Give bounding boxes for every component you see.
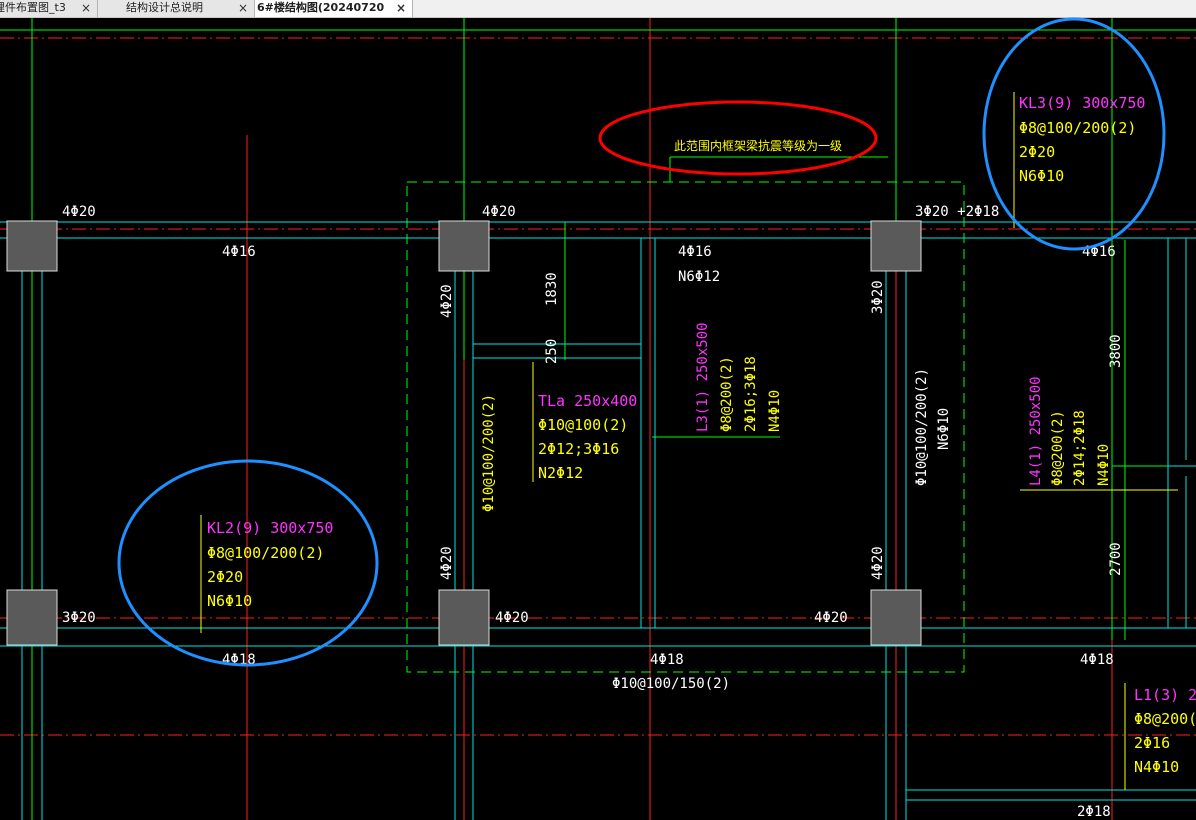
document-tab-bar: 埋件布置图_t3 × 结构设计总说明 × 6#楼结构图(20240720 ×	[0, 0, 1196, 18]
beam-annotation-tla: TLa 250x400 Φ10@100(2) 2Φ12;3Φ16 N2Φ12	[538, 392, 637, 482]
red-highlight-ellipse	[598, 100, 878, 176]
dimension-250: 250	[544, 339, 560, 364]
tab-embedded-parts[interactable]: 埋件布置图_t3 ×	[0, 0, 98, 17]
top-rebar-left: 4Φ20	[62, 204, 96, 220]
span-label: 4Φ20	[495, 610, 529, 626]
beam-name: KL2(9) 300x750	[207, 519, 333, 537]
close-icon[interactable]: ×	[396, 0, 406, 16]
span-label: 2Φ18	[1077, 804, 1111, 820]
span-label: 3Φ20	[62, 610, 96, 626]
column	[870, 220, 922, 272]
beam-top-rebar: 2Φ16	[1134, 734, 1170, 752]
dimension-1830: 1830	[544, 272, 560, 306]
stirrup-label: Φ10@100/200(2)	[914, 368, 930, 486]
column	[438, 589, 490, 646]
beam-name: L4(1) 250x500	[1028, 376, 1044, 486]
stirrup-label: Φ10@100/200(2)	[481, 394, 497, 512]
beam-name: TLa 250x400	[538, 392, 637, 410]
beam-stirrup: Φ8@100/200(2)	[1019, 119, 1136, 137]
tab-label: 6#楼结构图(20240720	[257, 1, 385, 14]
beam-name: L3(1) 250x500	[695, 322, 711, 432]
beam-side-rebar: N6Φ10	[207, 592, 252, 610]
beam-annotation-l3: L3(1) 250x500 Φ8@200(2) 2Φ16;3Φ18 N4Φ10	[695, 322, 783, 432]
top-rebar-mid: 4Φ20	[482, 204, 516, 220]
beam-annotation-l4: L4(1) 250x500 Φ8@200(2) 2Φ14;2Φ18 N4Φ10	[1028, 376, 1112, 486]
top-rebar-right: 3Φ20 +2Φ18	[915, 204, 999, 220]
beam-side-rebar: N4Φ10	[767, 390, 783, 432]
beam-stirrup: Φ8@200(2)	[1134, 710, 1196, 728]
column-rebar-label: 4Φ20	[870, 546, 886, 580]
beam-rebar: 2Φ12;3Φ16	[538, 440, 619, 458]
beam-side-rebar: N2Φ12	[538, 464, 583, 482]
beam-top-rebar: 2Φ20	[207, 568, 243, 586]
column	[438, 220, 490, 272]
beam-annotation-l1: L1(3) 250 Φ8@200(2) 2Φ16 N4Φ10	[1134, 686, 1196, 776]
beam-rebar: 2Φ14;2Φ18	[1072, 410, 1088, 486]
tab-building-6-structure[interactable]: 6#楼结构图(20240720 ×	[255, 0, 413, 17]
column	[6, 589, 58, 646]
span-label: Φ10@100/150(2)	[612, 676, 730, 692]
beam-side-rebar: N6Φ10	[1019, 167, 1064, 185]
beam-side-rebar: N4Φ10	[1134, 758, 1179, 776]
blue-highlight-ellipse-kl2	[117, 459, 379, 667]
beam-stirrup: Φ10@100(2)	[538, 416, 628, 434]
beam-name: KL3(9) 300x750	[1019, 94, 1145, 112]
tab-design-notes[interactable]: 结构设计总说明 ×	[98, 0, 255, 17]
beam-rebar: 2Φ16;3Φ18	[743, 356, 759, 432]
stirrup-label: N6Φ10	[936, 408, 952, 450]
structural-plan: 4Φ20 4Φ20 3Φ20 +2Φ18 4Φ16 4Φ16 N6Φ12 4Φ1…	[0, 17, 1196, 820]
column	[6, 220, 58, 272]
tab-label: 埋件布置图_t3	[0, 1, 66, 14]
seismic-note: 此范围内框架梁抗震等级为一级	[674, 138, 842, 153]
beam-stirrup: Φ8@100/200(2)	[207, 544, 324, 562]
beam-stirrup: Φ8@200(2)	[1050, 410, 1066, 486]
span-label: 4Φ18	[650, 652, 684, 668]
tab-label: 结构设计总说明	[126, 1, 203, 14]
beam-annotation-kl2: KL2(9) 300x750 Φ8@100/200(2) 2Φ20 N6Φ10	[207, 519, 333, 610]
column-rebar-label: 3Φ20	[870, 280, 886, 314]
beam-top-rebar: 2Φ20	[1019, 143, 1055, 161]
span-label: 4Φ18	[1080, 652, 1114, 668]
span-label: N6Φ12	[678, 269, 720, 285]
close-icon[interactable]: ×	[81, 0, 91, 16]
span-label: 4Φ16	[678, 244, 712, 260]
column	[870, 589, 922, 646]
beam-name: L1(3) 250	[1134, 686, 1196, 704]
cad-drawing-canvas[interactable]: 4Φ20 4Φ20 3Φ20 +2Φ18 4Φ16 4Φ16 N6Φ12 4Φ1…	[0, 17, 1196, 820]
span-label: 4Φ16	[222, 244, 256, 260]
dimension-3800: 3800	[1108, 334, 1124, 368]
span-label: 4Φ20	[814, 610, 848, 626]
beam-outlines	[0, 221, 1196, 820]
beam-annotation-kl3: KL3(9) 300x750 Φ8@100/200(2) 2Φ20 N6Φ10	[1019, 94, 1145, 185]
column-rebar-label: 4Φ20	[439, 546, 455, 580]
column-rebar-label: 4Φ20	[439, 284, 455, 318]
beam-stirrup: Φ8@200(2)	[719, 356, 735, 432]
close-icon[interactable]: ×	[238, 0, 248, 16]
beam-side-rebar: N4Φ10	[1096, 444, 1112, 486]
dimension-2700: 2700	[1108, 542, 1124, 576]
